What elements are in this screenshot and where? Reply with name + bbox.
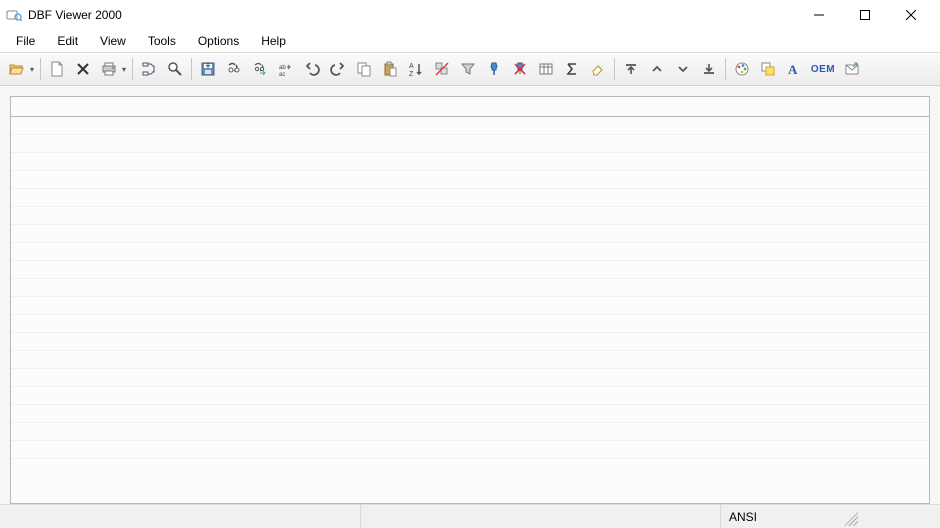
redo-icon[interactable] [326,57,350,81]
find-icon[interactable] [222,57,246,81]
copy-icon[interactable] [352,57,376,81]
menu-edit[interactable]: Edit [47,32,88,50]
maximize-button[interactable] [842,0,888,30]
new-icon[interactable] [45,57,69,81]
last-icon[interactable] [697,57,721,81]
menubar: File Edit View Tools Options Help [0,30,940,52]
svg-text:A: A [788,62,798,77]
oem-button[interactable]: OEM [808,57,838,81]
columns-icon[interactable] [534,57,558,81]
structure-icon[interactable] [137,57,161,81]
menu-tools[interactable]: Tools [138,32,186,50]
first-icon[interactable] [619,57,643,81]
pin-filter-icon[interactable] [482,57,506,81]
print-dropdown-icon[interactable]: ▾ [120,57,128,81]
sort-icon[interactable]: AZ [404,57,428,81]
paste-icon[interactable] [378,57,402,81]
open-icon[interactable] [5,57,29,81]
resize-grip-icon[interactable] [840,508,858,526]
menu-options[interactable]: Options [188,32,249,50]
minimize-button[interactable] [796,0,842,30]
status-cell-1 [0,505,360,528]
grid-body[interactable] [11,117,929,503]
undo-icon[interactable] [300,57,324,81]
oem-label: OEM [811,64,835,75]
toolbar: ▾ ▾ abac AZ [0,52,940,86]
status-cell-2 [360,505,720,528]
svg-text:A: A [409,63,414,70]
svg-text:ab: ab [279,65,286,71]
font-icon[interactable]: A [782,57,806,81]
zoom-icon[interactable] [163,57,187,81]
print-icon[interactable] [97,57,121,81]
svg-text:ac: ac [279,72,285,77]
color-icon[interactable] [730,57,754,81]
titlebar: DBF Viewer 2000 [0,0,940,30]
open-dropdown-icon[interactable]: ▾ [28,57,36,81]
clear-icon[interactable] [586,57,610,81]
funnel-icon[interactable] [456,57,480,81]
close-button[interactable] [888,0,934,30]
menu-view[interactable]: View [90,32,136,50]
grid-header[interactable] [11,97,929,117]
menu-file[interactable]: File [6,32,45,50]
data-grid[interactable] [10,96,930,504]
clear-filter-icon[interactable] [508,57,532,81]
save-icon[interactable] [196,57,220,81]
pagedown-icon[interactable] [671,57,695,81]
highlight-icon[interactable] [756,57,780,81]
findnext-icon[interactable] [248,57,272,81]
dedup-icon[interactable] [430,57,454,81]
sum-icon[interactable] [560,57,584,81]
app-title: DBF Viewer 2000 [28,8,796,22]
menu-help[interactable]: Help [251,32,296,50]
statusbar: ANSI [0,504,940,528]
workspace [0,86,940,504]
export-icon[interactable] [840,57,864,81]
pageup-icon[interactable] [645,57,669,81]
replace-icon[interactable]: abac [274,57,298,81]
app-icon [6,7,22,23]
status-encoding[interactable]: ANSI [720,505,840,528]
svg-text:Z: Z [409,71,414,77]
delete-icon[interactable] [71,57,95,81]
